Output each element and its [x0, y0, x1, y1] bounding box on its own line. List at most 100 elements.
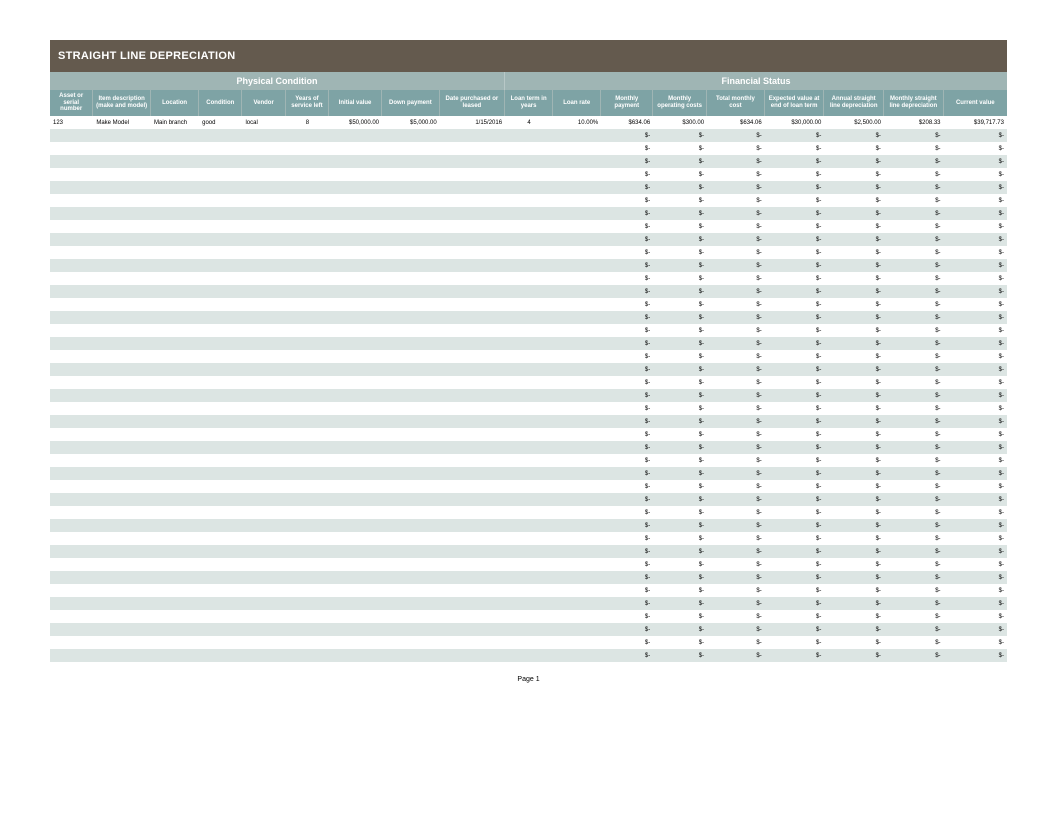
cell-asset_serial — [50, 324, 93, 337]
cell-loan_rate — [553, 259, 601, 272]
cell-total_monthly: $- — [707, 155, 765, 168]
cell-vendor — [242, 220, 285, 233]
cell-monthly_payment: $- — [601, 545, 653, 558]
table-row: $-$-$-$-$-$-$- — [50, 311, 1007, 324]
cell-years_left — [286, 246, 329, 259]
cell-initial_value — [329, 324, 382, 337]
cell-annual_dep: $- — [824, 597, 884, 610]
cell-total_monthly: $- — [707, 233, 765, 246]
cell-years_left — [286, 506, 329, 519]
cell-down_payment — [382, 610, 440, 623]
cell-down_payment — [382, 194, 440, 207]
cell-monthly_dep: $- — [884, 350, 944, 363]
cell-expected_end: $- — [765, 636, 825, 649]
cell-monthly_dep: $- — [884, 532, 944, 545]
cell-total_monthly: $- — [707, 480, 765, 493]
cell-total_monthly: $- — [707, 259, 765, 272]
cell-total_monthly: $- — [707, 610, 765, 623]
cell-years_left — [286, 311, 329, 324]
cell-condition — [199, 129, 242, 142]
cell-monthly_op: $- — [653, 233, 707, 246]
cell-date — [440, 350, 505, 363]
cell-loan_term — [505, 402, 553, 415]
cell-location — [151, 168, 199, 181]
cell-loan_term — [505, 259, 553, 272]
cell-years_left — [286, 584, 329, 597]
cell-loan_rate — [553, 272, 601, 285]
cell-down_payment — [382, 454, 440, 467]
cell-item_desc — [93, 532, 151, 545]
cell-vendor — [242, 194, 285, 207]
cell-loan_rate — [553, 194, 601, 207]
cell-total_monthly: $- — [707, 337, 765, 350]
cell-annual_dep: $- — [824, 558, 884, 571]
cell-location — [151, 597, 199, 610]
cell-loan_rate — [553, 636, 601, 649]
cell-monthly_payment: $- — [601, 584, 653, 597]
cell-condition — [199, 545, 242, 558]
cell-date — [440, 480, 505, 493]
cell-vendor — [242, 558, 285, 571]
cell-loan_rate — [553, 168, 601, 181]
cell-current_value: $- — [944, 493, 1007, 506]
cell-monthly_dep: $- — [884, 233, 944, 246]
cell-annual_dep: $- — [824, 272, 884, 285]
cell-total_monthly: $- — [707, 402, 765, 415]
cell-down_payment — [382, 493, 440, 506]
cell-item_desc — [93, 441, 151, 454]
cell-years_left — [286, 155, 329, 168]
cell-initial_value: $50,000.00 — [329, 116, 382, 129]
cell-down_payment — [382, 246, 440, 259]
table-row: $-$-$-$-$-$-$- — [50, 480, 1007, 493]
cell-years_left — [286, 571, 329, 584]
cell-down_payment — [382, 233, 440, 246]
cell-expected_end: $- — [765, 532, 825, 545]
cell-monthly_dep: $- — [884, 506, 944, 519]
cell-monthly_op: $300.00 — [653, 116, 707, 129]
cell-asset_serial — [50, 597, 93, 610]
cell-loan_rate — [553, 649, 601, 662]
cell-loan_term — [505, 142, 553, 155]
cell-asset_serial — [50, 285, 93, 298]
column-header-loan_term: Loan term in years — [505, 90, 553, 116]
cell-monthly_payment: $- — [601, 610, 653, 623]
cell-monthly_payment: $- — [601, 532, 653, 545]
cell-loan_term — [505, 155, 553, 168]
cell-expected_end: $- — [765, 142, 825, 155]
cell-item_desc — [93, 454, 151, 467]
cell-asset_serial — [50, 194, 93, 207]
table-row: $-$-$-$-$-$-$- — [50, 441, 1007, 454]
cell-years_left — [286, 129, 329, 142]
cell-monthly_op: $- — [653, 376, 707, 389]
column-header-asset_serial: Asset or serial number — [50, 90, 93, 116]
cell-monthly_op: $- — [653, 142, 707, 155]
cell-down_payment — [382, 532, 440, 545]
section-physical: Physical Condition — [50, 72, 505, 90]
cell-monthly_payment: $- — [601, 220, 653, 233]
cell-item_desc — [93, 324, 151, 337]
cell-monthly_payment: $- — [601, 181, 653, 194]
cell-item_desc — [93, 311, 151, 324]
cell-years_left — [286, 337, 329, 350]
cell-date — [440, 610, 505, 623]
cell-loan_term — [505, 415, 553, 428]
cell-loan_rate — [553, 246, 601, 259]
cell-vendor — [242, 571, 285, 584]
cell-initial_value — [329, 168, 382, 181]
cell-years_left — [286, 142, 329, 155]
column-header-date: Date purchased or leased — [440, 90, 505, 116]
cell-condition — [199, 272, 242, 285]
cell-loan_term — [505, 233, 553, 246]
column-header-location: Location — [151, 90, 199, 116]
cell-location — [151, 636, 199, 649]
cell-monthly_dep: $- — [884, 337, 944, 350]
cell-loan_term — [505, 168, 553, 181]
cell-loan_rate — [553, 220, 601, 233]
cell-date — [440, 129, 505, 142]
cell-monthly_payment: $- — [601, 168, 653, 181]
cell-years_left — [286, 519, 329, 532]
cell-loan_term — [505, 480, 553, 493]
cell-loan_rate — [553, 610, 601, 623]
cell-asset_serial — [50, 467, 93, 480]
cell-item_desc — [93, 194, 151, 207]
